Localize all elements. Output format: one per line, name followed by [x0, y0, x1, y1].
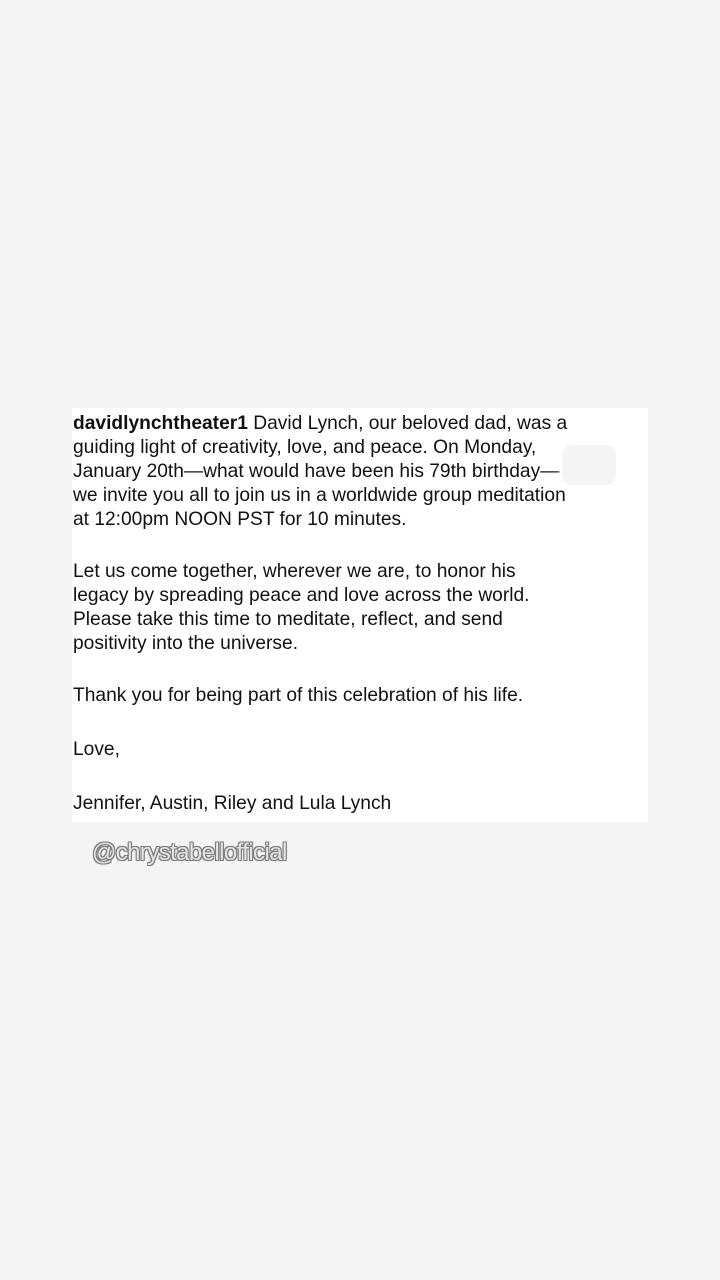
paragraph-4-text: Love, [73, 739, 120, 760]
caption-text-line-1: David Lynch, our beloved dad, was a [247, 413, 568, 434]
paragraph-3-text: Thank you for being part of this celebra… [73, 685, 524, 706]
paragraph-2-line-3: Please take this time to meditate, refle… [73, 609, 503, 630]
paragraph-5-text: Jennifer, Austin, Riley and Lula Lynch [73, 793, 392, 814]
post-username[interactable]: davidlynchtheater1 [73, 413, 248, 434]
paragraph-2-line-1: Let us come together, wherever we are, t… [73, 561, 516, 582]
caption-paragraph-3: Thank you for being part of this celebra… [73, 684, 648, 708]
caption-paragraph-4: Love, [73, 738, 648, 762]
caption-paragraph-5: Jennifer, Austin, Riley and Lula Lynch [73, 792, 648, 816]
caption-paragraph-2: Let us come together, wherever we are, t… [73, 560, 648, 656]
paragraph-2-line-4: positivity into the universe. [73, 633, 299, 654]
mention-sticker[interactable]: @chrystabellofficial [92, 838, 287, 868]
caption-line-1: davidlynchtheater1 David Lynch, our belo… [73, 412, 648, 436]
caption-line-4: we invite you all to join us in a worldw… [73, 485, 566, 506]
caption-line-5: at 12:00pm NOON PST for 10 minutes. [73, 509, 407, 530]
translucent-sticker-overlay [562, 445, 616, 485]
paragraph-2-line-2: legacy by spreading peace and love acros… [73, 585, 530, 606]
